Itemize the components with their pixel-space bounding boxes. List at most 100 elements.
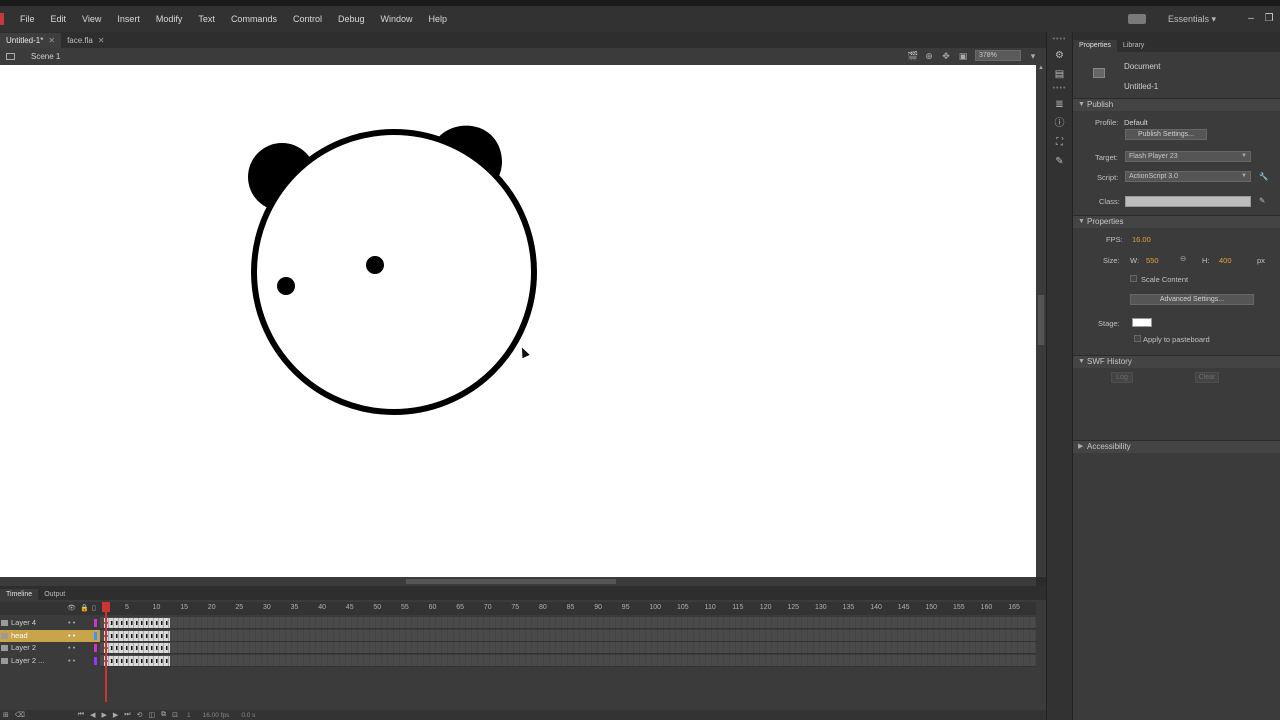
properties-section-header[interactable]: ▼ Properties [1073,215,1280,228]
eye-icon[interactable]: 👁 [67,604,76,612]
stage-vertical-scrollbar[interactable]: ▲ [1036,65,1046,577]
layer-outline-color[interactable] [94,656,97,665]
tab-timeline[interactable]: Timeline [0,589,39,600]
layer-visibility-toggles[interactable]: • • [68,630,75,642]
playhead[interactable] [105,602,107,702]
center-stage-icon[interactable]: ✥ [941,51,951,61]
sync-settings-icon[interactable] [1127,14,1146,24]
chevron-down-icon[interactable]: ▾ [1028,51,1038,61]
scale-content-checkbox[interactable] [1130,275,1137,282]
symbol-edit-icon[interactable]: ⊕ [924,51,934,61]
layer-frames[interactable] [100,617,1036,629]
transform-icon[interactable]: ⛶ [1054,137,1066,149]
right-eye-shape[interactable] [366,256,384,274]
link-icon[interactable]: ⊖ [1180,254,1186,263]
stage-horizontal-scrollbar[interactable] [0,577,1036,586]
keyframe-span[interactable] [104,630,170,641]
layer-frames[interactable] [100,654,1036,667]
layer-frames[interactable] [100,629,1036,642]
close-icon[interactable]: ✕ [48,36,55,45]
layer-row[interactable]: Layer 4 • • [0,617,100,629]
wrench-icon[interactable]: 🔧 [1259,172,1268,181]
layer-row[interactable]: Layer 2 • • [0,642,100,654]
stage[interactable] [0,65,1036,577]
last-frame-icon[interactable]: ⏭ [124,711,130,719]
menu-control[interactable]: Control [285,14,330,24]
menu-view[interactable]: View [74,14,109,24]
menu-debug[interactable]: Debug [330,14,373,24]
modify-onion-icon[interactable]: ⊡ [172,711,178,719]
left-eye-shape[interactable] [277,277,295,295]
info-icon[interactable]: ⓘ [1054,118,1066,130]
step-forward-icon[interactable]: ▶ [113,711,118,719]
tab-output[interactable]: Output [38,589,71,600]
keyframe-span[interactable] [104,655,170,666]
layer-outline-color[interactable] [94,631,97,640]
menu-help[interactable]: Help [421,14,456,24]
layer-visibility-toggles[interactable]: • • [68,642,75,654]
grip-icon[interactable]: •••• [1047,85,1072,92]
menu-edit[interactable]: Edit [43,14,75,24]
pencil-icon[interactable]: ✎ [1259,196,1265,205]
restore-icon[interactable]: ❐ [1262,13,1276,25]
layer-visibility-toggles[interactable]: • • [68,617,75,629]
swf-history-section-header[interactable]: ▼ SWF History [1073,355,1280,368]
menu-window[interactable]: Window [373,14,421,24]
width-value[interactable]: 550 [1146,256,1159,265]
publish-settings-button[interactable]: Publish Settings... [1125,129,1207,140]
close-icon[interactable]: ✕ [98,36,105,45]
play-icon[interactable]: ▶ [101,711,106,719]
stage-drawing[interactable] [0,65,1036,577]
menu-text[interactable]: Text [190,14,223,24]
head-circle-shape[interactable] [251,129,537,415]
grip-icon[interactable]: •••• [1047,36,1072,43]
accessibility-section-header[interactable]: ▶ Accessibility [1073,440,1280,453]
layer-row[interactable]: Layer 2 ... • • [0,655,100,667]
scene-label[interactable]: Scene 1 [31,52,60,61]
doc-tab-untitled[interactable]: Untitled-1* ✕ [0,33,62,48]
tab-properties[interactable]: Properties [1073,40,1117,52]
clip-content-icon[interactable]: ▣ [958,51,968,61]
align-icon[interactable]: ≣ [1054,99,1066,111]
height-value[interactable]: 400 [1219,256,1232,265]
menu-commands[interactable]: Commands [223,14,285,24]
apply-pasteboard-checkbox[interactable] [1134,335,1141,342]
scroll-up-icon[interactable]: ▲ [1036,65,1046,71]
menu-file[interactable]: File [12,14,43,24]
layer-outline-color[interactable] [94,644,97,652]
workspace-switcher[interactable]: Essentials ▾ [1168,14,1216,25]
menu-modify[interactable]: Modify [148,14,191,24]
clapper-icon[interactable]: 🎬 [907,51,918,61]
new-layer-icon[interactable]: ⊞ [3,711,9,719]
frame-ruler[interactable]: 👁 🔒 ▯ 1510152025303540455055606570758085… [0,602,1036,615]
scroll-thumb[interactable] [1038,295,1044,345]
advanced-settings-button[interactable]: Advanced Settings... [1130,294,1254,305]
layer-outline-color[interactable] [94,619,97,627]
first-frame-icon[interactable]: ⏮ [78,711,84,719]
delete-layer-icon[interactable]: ⌫ [15,711,25,719]
layer-visibility-toggles[interactable]: • • [68,655,75,667]
onion-skin-icon[interactable]: ◫ [148,711,155,719]
class-input[interactable] [1125,196,1251,207]
edit-multiple-icon[interactable]: ⧉ [161,711,166,719]
lock-icon[interactable]: 🔒 [80,604,89,612]
stage-color-swatch[interactable] [1132,318,1152,327]
layer-row[interactable]: head • • [0,629,100,642]
menu-insert[interactable]: Insert [109,14,148,24]
log-button[interactable]: Log [1111,372,1133,383]
layer-frames[interactable] [100,642,1036,654]
scroll-thumb[interactable] [406,579,616,584]
loop-icon[interactable]: ⟲ [137,711,143,719]
keyframe-span[interactable] [104,618,170,628]
outline-icon[interactable]: ▯ [92,604,96,612]
fps-value[interactable]: 16.00 [1132,235,1151,244]
target-select[interactable]: Flash Player 23 ▼ [1125,151,1251,162]
clear-button[interactable]: Clear [1195,372,1219,383]
library-icon[interactable]: ▤ [1054,69,1066,81]
tab-library[interactable]: Library [1117,40,1150,52]
script-select[interactable]: ActionScript 3.0 ▼ [1125,171,1251,182]
publish-section-header[interactable]: ▼ Publish [1073,98,1280,111]
motion-editor-icon[interactable]: ⚙ [1054,50,1066,62]
step-back-icon[interactable]: ◀ [90,711,95,719]
zoom-select[interactable]: 378% [975,50,1021,61]
